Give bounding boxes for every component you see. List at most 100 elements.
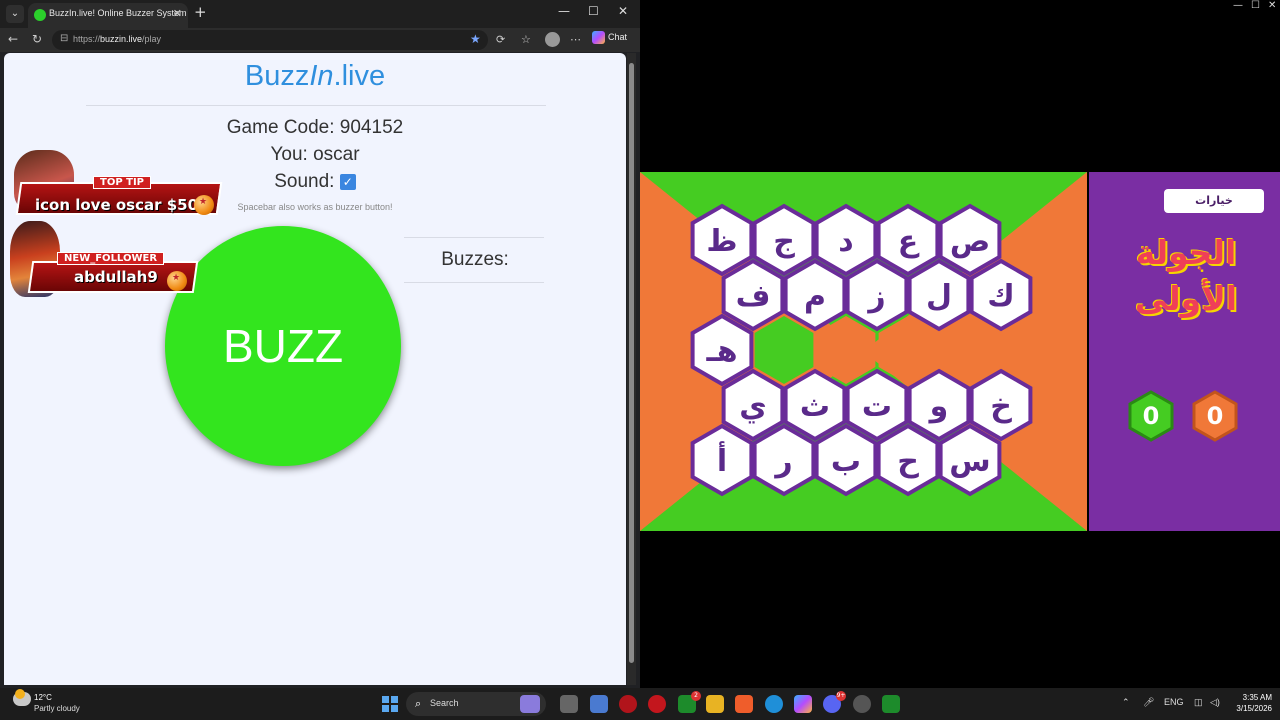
follower-name: abdullah9 <box>74 268 158 286</box>
close-window-icon[interactable]: ✕ <box>618 4 628 18</box>
top-tip-tag: TOP TIP <box>93 176 152 189</box>
hex-letter: ح <box>897 444 919 479</box>
hex-letter: ب <box>831 444 861 479</box>
copilot-icon[interactable] <box>794 695 812 713</box>
hex-letter: س <box>949 444 990 479</box>
divider <box>404 237 544 238</box>
hex-letter: ف <box>736 279 771 314</box>
search-label: Search <box>430 698 459 708</box>
hex-letter: م <box>804 279 826 314</box>
taskbar: 12°C Partly cloudy ⌕ Search 2 9+ ⌃ 🎤︎ EN… <box>0 688 1280 720</box>
partly-cloudy-icon <box>13 689 31 706</box>
site-info-icon[interactable]: ⊟ <box>60 33 68 44</box>
weather-condition: Partly cloudy <box>34 704 80 713</box>
game-code-line: Game Code: 904152 <box>226 117 404 138</box>
brave-icon[interactable] <box>735 695 753 713</box>
player-name: oscar <box>313 144 360 165</box>
favorite-star-icon[interactable]: ★ <box>470 32 481 46</box>
close-window-icon[interactable]: ✕ <box>1268 0 1276 11</box>
search-icon: ⌕ <box>415 697 422 710</box>
hex-letter: أ <box>717 441 727 479</box>
steam-icon[interactable] <box>853 695 871 713</box>
tab-buzzin[interactable]: BuzzIn.live! Online Buzzer System ✕ <box>28 3 188 28</box>
buzz-button[interactable]: BUZZ <box>165 226 401 466</box>
new-tab-icon[interactable]: + <box>194 3 207 21</box>
discord-icon[interactable]: 9+ <box>823 691 846 713</box>
hex-grid: ظ ج د ع ص ف م ز ل ك هـي ث ت و خ أ ر ب ح س <box>690 203 1033 497</box>
xbox-icon[interactable]: 2 <box>678 691 701 713</box>
side-panel: خيارات الجولة الأولى 0 0 <box>1089 172 1280 531</box>
site-logo[interactable]: BuzzIn.live <box>4 60 626 93</box>
edge-icon[interactable] <box>765 695 783 713</box>
dragon-ball-icon <box>194 195 214 215</box>
taskbar-search[interactable]: ⌕ Search <box>406 692 546 716</box>
game-code: 904152 <box>339 117 404 138</box>
tab-close-icon[interactable]: ✕ <box>173 7 182 20</box>
language-indicator[interactable]: ENG <box>1164 697 1184 707</box>
app-icon-redbull[interactable] <box>648 695 666 713</box>
hex-letter: ث <box>800 389 830 424</box>
tab-title: BuzzIn.live! Online Buzzer System <box>49 8 187 18</box>
maximize-icon[interactable]: ☐ <box>1251 0 1260 11</box>
refresh-icon[interactable]: ↻ <box>32 32 42 46</box>
xbox-app-icon[interactable] <box>882 695 900 713</box>
hex-letter: خ <box>990 389 1012 424</box>
options-button[interactable]: خيارات <box>1164 189 1264 213</box>
divider <box>404 282 544 283</box>
copilot-chat-button[interactable]: Chat <box>592 31 627 44</box>
microphone-icon[interactable]: 🎤︎ <box>1143 697 1154 708</box>
hex-letter: ر <box>773 444 792 479</box>
minimize-icon[interactable]: — <box>1233 0 1243 11</box>
hex-letter: و <box>928 389 949 424</box>
hex-letter: د <box>838 224 853 259</box>
copilot-icon <box>592 31 605 44</box>
browser-window: ⌄ BuzzIn.live! Online Buzzer System ✕ + … <box>0 0 640 688</box>
volume-icon[interactable]: ◁) <box>1210 697 1220 708</box>
top-tip-message: icon love oscar $50 <box>35 196 199 214</box>
page-scrollbar[interactable] <box>627 53 636 685</box>
hex-letter: ي <box>739 389 767 424</box>
hex-letter: ع <box>898 224 920 259</box>
green-team-score: 0 <box>1128 390 1174 442</box>
minimize-icon[interactable]: — <box>558 4 570 18</box>
tray-overflow-icon[interactable]: ⌃ <box>1122 697 1130 708</box>
sound-checkbox[interactable]: ✓ <box>339 174 356 190</box>
clock-time[interactable]: 3:35 AM <box>1230 693 1272 702</box>
hex-letter: ص <box>950 224 990 259</box>
file-explorer-icon[interactable] <box>706 695 724 713</box>
tab-actions-menu-icon[interactable]: ⌄ <box>6 5 24 23</box>
hex-letter: هـ <box>705 334 737 369</box>
divider <box>86 105 546 106</box>
task-view-icon[interactable] <box>560 695 578 713</box>
orange-team-score: 0 <box>1192 390 1238 442</box>
app-icon-red[interactable] <box>619 695 637 713</box>
network-icon[interactable]: ◫ <box>1194 697 1203 708</box>
tab-bar: ⌄ BuzzIn.live! Online Buzzer System ✕ + … <box>0 0 640 28</box>
clock-date[interactable]: 3/15/2026 <box>1226 704 1272 713</box>
round-title: الجولة الأولى <box>1134 233 1238 318</box>
web-page: BuzzIn.live Game Code: 904152 You: oscar… <box>4 53 626 685</box>
hex-letter: ز <box>866 279 885 314</box>
start-button[interactable] <box>382 696 398 712</box>
address-toolbar: ← ↻ ⊟ https://buzzin.live/play ★ ⟳ ☆ ⋯ C… <box>0 28 640 52</box>
player-name-line: You: oscar <box>270 144 360 165</box>
hex-letter: ل <box>926 279 952 314</box>
maximize-icon[interactable]: ☐ <box>588 4 599 18</box>
game-window: ظ ج د ع ص ف م ز ل ك هـ ي ث ت و خ أ ر ب ح س خيارات الجولة الأ… <box>640 16 1280 688</box>
follower-tag: NEW_FOLLOWER <box>57 252 165 265</box>
store-icon[interactable] <box>590 695 608 713</box>
more-menu-icon[interactable]: ⋯ <box>570 33 581 46</box>
hex-letter: ك <box>987 279 1015 314</box>
profile-avatar[interactable] <box>545 32 560 47</box>
hex-board: ظ ج د ع ص ف م ز ل ك هـي ث ت و خ أ ر ب ح س <box>640 172 1087 531</box>
search-highlight-icon <box>520 695 540 713</box>
hex-letter: ظ <box>706 224 737 259</box>
dragon-ball-icon <box>167 271 187 291</box>
extensions-icon[interactable]: ⟳ <box>496 33 505 46</box>
address-bar[interactable]: ⊟ https://buzzin.live/play <box>52 30 488 50</box>
game-title-bar: — ☐ ✕ <box>640 0 1280 16</box>
scrollbar-thumb[interactable] <box>629 63 634 663</box>
favorites-icon[interactable]: ☆ <box>521 33 531 46</box>
hex-letter: ج <box>773 224 795 259</box>
back-icon[interactable]: ← <box>8 32 18 46</box>
